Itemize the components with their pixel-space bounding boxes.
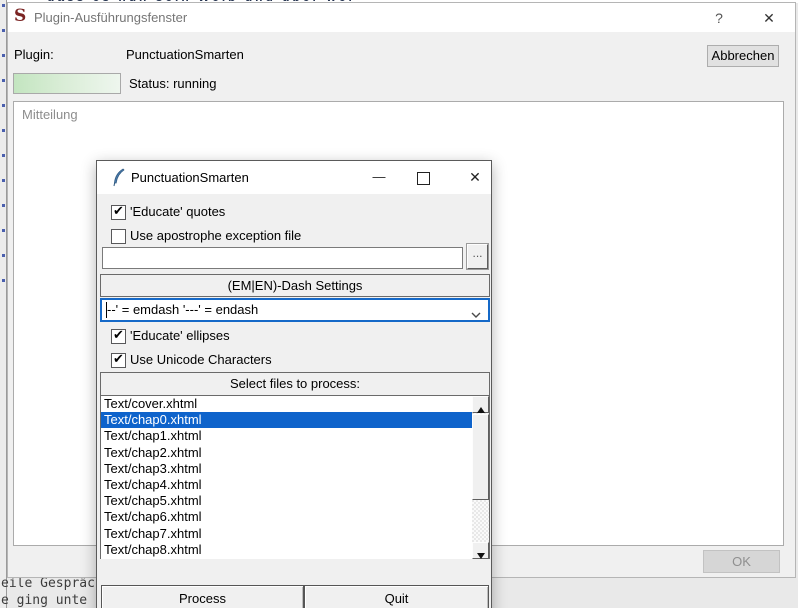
chevron-down-icon[interactable] xyxy=(471,307,481,322)
quit-button[interactable]: Quit xyxy=(304,585,489,608)
help-icon[interactable]: ? xyxy=(708,9,730,27)
scroll-down-icon[interactable] xyxy=(472,542,489,559)
exception-file-input[interactable] xyxy=(102,247,463,269)
main-titlebar: S Plugin-Ausführungsfenster ? ✕ xyxy=(8,3,795,32)
list-item[interactable]: Text/chap2.xhtml xyxy=(101,445,489,461)
main-window-title: Plugin-Ausführungsfenster xyxy=(34,10,188,25)
plugin-name: PunctuationSmarten xyxy=(126,47,244,62)
dialog-close-icon[interactable]: ✕ xyxy=(465,167,485,187)
checkbox-educate-quotes-label: 'Educate' quotes xyxy=(130,204,226,219)
list-item[interactable]: Text/chap1.xhtml xyxy=(101,428,489,444)
files-group: Select files to process: Text/cover.xhtm… xyxy=(100,372,490,559)
file-listbox[interactable]: Text/cover.xhtml Text/chap0.xhtml Text/c… xyxy=(101,395,489,559)
ok-button-disabled: OK xyxy=(703,550,780,573)
dash-combo-value: --' = emdash '---' = endash xyxy=(107,302,259,317)
background-book-text-line1: eile Gespräc xyxy=(1,576,95,591)
background-book-text-line2: e ging unte xyxy=(1,593,88,608)
sigil-logo-icon: S xyxy=(14,6,27,26)
checkbox-educate-ellipses-label: 'Educate' ellipses xyxy=(130,328,230,343)
plugin-label: Plugin: xyxy=(14,47,54,62)
checkbox-unicode-characters[interactable]: ✔ xyxy=(111,351,126,368)
background-code-marks xyxy=(2,4,5,304)
list-item[interactable]: Text/chap7.xhtml xyxy=(101,526,489,542)
browse-button[interactable]: ... xyxy=(467,244,488,269)
progress-bar xyxy=(13,73,121,94)
background-window-edge xyxy=(0,0,7,608)
checkbox-educate-ellipses[interactable]: ✔ xyxy=(111,327,126,344)
checkbox-apostrophe-exception-label: Use apostrophe exception file xyxy=(130,228,302,243)
minimize-icon[interactable]: — xyxy=(369,167,389,187)
dialog-title: PunctuationSmarten xyxy=(131,170,249,185)
maximize-icon[interactable] xyxy=(417,172,430,185)
list-item-selected[interactable]: Text/chap0.xhtml xyxy=(101,412,489,429)
punctuation-smarten-dialog: PunctuationSmarten — ✕ ✔ 'Educate' quote… xyxy=(96,160,492,608)
checkbox-apostrophe-exception[interactable] xyxy=(111,229,126,244)
list-item[interactable]: Text/cover.xhtml xyxy=(101,396,489,412)
dash-settings-combobox[interactable]: --' = emdash '---' = endash xyxy=(100,298,490,322)
dash-settings-title: (EM|EN)-Dash Settings xyxy=(227,278,363,293)
close-icon[interactable]: ✕ xyxy=(758,9,780,27)
cancel-button[interactable]: Abbrechen xyxy=(707,45,779,67)
list-item[interactable]: Text/chap6.xhtml xyxy=(101,509,489,525)
screenshot-canvas: dass es nun sein Weib und über wei eile … xyxy=(0,0,798,608)
scroll-up-icon[interactable] xyxy=(472,396,489,413)
dash-settings-group: (EM|EN)-Dash Settings xyxy=(100,274,490,297)
checkbox-educate-quotes[interactable]: ✔ xyxy=(111,203,126,220)
process-button[interactable]: Process xyxy=(101,585,304,608)
list-item[interactable]: Text/chap5.xhtml xyxy=(101,493,489,509)
list-item[interactable]: Text/chap4.xhtml xyxy=(101,477,489,493)
tk-feather-icon xyxy=(112,168,125,190)
scrollbar-thumb[interactable] xyxy=(472,414,489,500)
files-group-title: Select files to process: xyxy=(229,376,361,391)
list-item[interactable]: Text/chap3.xhtml xyxy=(101,461,489,477)
list-item[interactable]: Text/chap8.xhtml xyxy=(101,542,489,558)
dialog-titlebar[interactable]: PunctuationSmarten — ✕ xyxy=(97,161,491,194)
status-text: Status: running xyxy=(129,76,217,91)
checkbox-unicode-characters-label: Use Unicode Characters xyxy=(130,352,272,367)
list-scrollbar[interactable] xyxy=(472,396,489,559)
